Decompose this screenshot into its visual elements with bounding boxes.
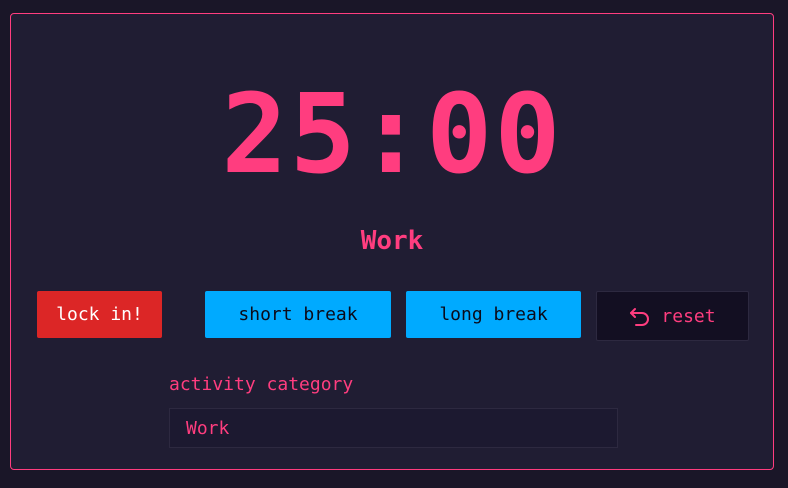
- lock-in-button-label: lock in!: [56, 304, 143, 325]
- reset-button[interactable]: reset: [596, 291, 749, 341]
- activity-category-label: activity category: [169, 374, 354, 395]
- undo-arrow-icon: [629, 306, 651, 326]
- timer-panel: 25:00 Work lock in! short break long bre…: [10, 13, 774, 470]
- activity-category-input[interactable]: [169, 408, 618, 448]
- long-break-button[interactable]: long break: [406, 291, 581, 338]
- timer-display: 25:00: [221, 70, 563, 198]
- mode-label: Work: [360, 226, 424, 256]
- reset-button-label: reset: [661, 305, 716, 327]
- short-break-button[interactable]: short break: [205, 291, 391, 338]
- short-break-button-label: short break: [238, 304, 358, 325]
- lock-in-button[interactable]: lock in!: [37, 291, 162, 338]
- long-break-button-label: long break: [439, 304, 548, 325]
